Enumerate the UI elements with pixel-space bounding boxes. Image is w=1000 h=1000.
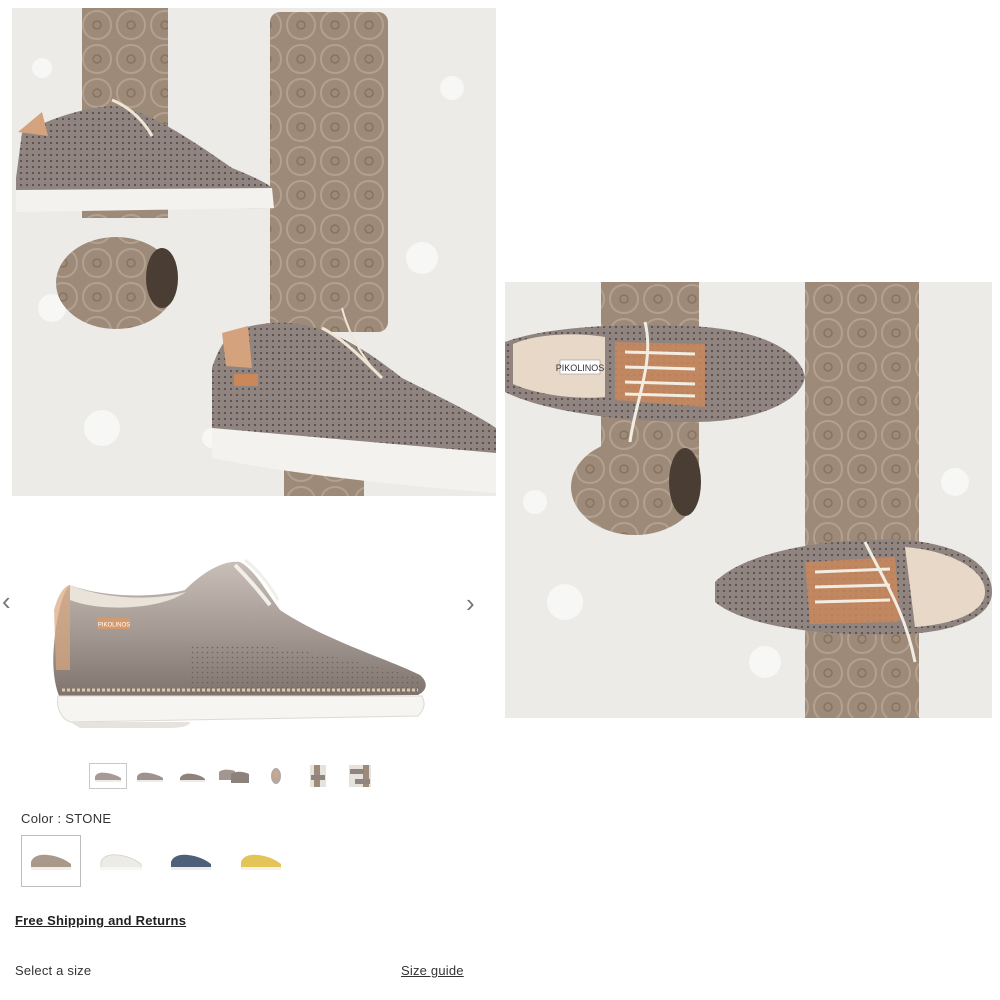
lifestyle-photo-wall-rack bbox=[12, 8, 496, 496]
thumbnail-strip bbox=[89, 763, 378, 790]
main-product-image[interactable]: PIKOLINOS bbox=[40, 550, 440, 740]
select-size-label: Select a size bbox=[15, 963, 92, 978]
free-shipping-link[interactable]: Free Shipping and Returns bbox=[15, 913, 186, 928]
swatch-stone[interactable] bbox=[21, 835, 81, 887]
wall-rack-illustration bbox=[12, 8, 496, 496]
product-page: PIKOLINOS ‹ PIKOLINOS › Color: STONE Fr… bbox=[0, 0, 1000, 1000]
brand-tag: PIKOLINOS bbox=[98, 623, 130, 629]
thumbnail-front-view[interactable] bbox=[258, 764, 294, 788]
thumbnail-wall-photo-1[interactable] bbox=[300, 764, 336, 788]
swatch-yellow[interactable] bbox=[231, 835, 291, 887]
insole-brand-label: PIKOLINOS bbox=[556, 363, 605, 373]
color-swatches bbox=[21, 835, 291, 887]
thumbnail-pair-view[interactable] bbox=[216, 764, 252, 788]
chevron-left-icon[interactable]: ‹ bbox=[2, 588, 11, 614]
chevron-right-icon[interactable]: › bbox=[466, 590, 475, 616]
size-guide-link[interactable]: Size guide bbox=[401, 963, 464, 978]
swatch-blue[interactable] bbox=[161, 835, 221, 887]
thumbnail-side-view-3[interactable] bbox=[174, 764, 210, 788]
thumbnail-wall-photo-2[interactable] bbox=[342, 764, 378, 788]
color-label: Color : STONE bbox=[21, 811, 112, 826]
thumbnail-side-view-2[interactable] bbox=[132, 764, 168, 788]
top-view-illustration: PIKOLINOS bbox=[505, 282, 992, 718]
swatch-white[interactable] bbox=[91, 835, 151, 887]
thumbnail-side-view[interactable] bbox=[89, 763, 127, 789]
main-shoe-illustration: PIKOLINOS bbox=[53, 558, 426, 728]
product-gallery: ‹ PIKOLINOS › bbox=[0, 500, 500, 760]
lifestyle-photo-top-view: PIKOLINOS bbox=[505, 282, 992, 718]
